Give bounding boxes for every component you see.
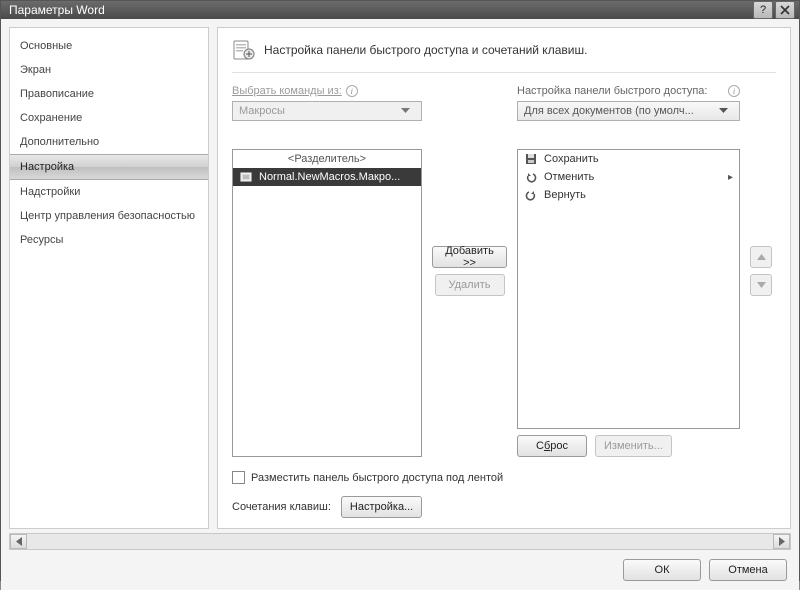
show-below-ribbon-row[interactable]: Разместить панель быстрого доступа под л…	[232, 471, 776, 484]
sidebar-item-save[interactable]: Сохранение	[10, 106, 208, 130]
chevron-down-icon	[719, 108, 735, 114]
qat-item-redo[interactable]: Вернуть	[518, 186, 739, 204]
category-sidebar: Основные Экран Правописание Сохранение Д…	[9, 27, 209, 529]
ok-button[interactable]: ОК	[623, 559, 701, 581]
submenu-indicator-icon: ▸	[728, 172, 733, 183]
dialog-footer: ОК Отмена	[1, 550, 799, 590]
window-title: Параметры Word	[9, 3, 751, 17]
qat-column: Настройка панели быстрого доступа: i Для…	[517, 85, 740, 457]
commands-listbox[interactable]: <Разделитель> Normal.NewMacros.Макро...	[232, 149, 422, 457]
options-dialog: Параметры Word ? Основные Экран Правопис…	[0, 0, 800, 581]
sidebar-item-proofing[interactable]: Правописание	[10, 82, 208, 106]
show-below-ribbon-label: Разместить панель быстрого доступа под л…	[251, 472, 503, 484]
panel-title: Настройка панели быстрого доступа и соче…	[264, 43, 587, 57]
save-icon	[524, 152, 538, 166]
sidebar-item-display[interactable]: Экран	[10, 58, 208, 82]
separator-item[interactable]: <Разделитель>	[233, 150, 421, 168]
panel-header: Настройка панели быстрого доступа и соче…	[232, 38, 776, 73]
sidebar-item-general[interactable]: Основные	[10, 34, 208, 58]
qat-listbox[interactable]: Сохранить Отменить ▸	[517, 149, 740, 429]
sidebar-item-resources[interactable]: Ресурсы	[10, 228, 208, 252]
checkbox-icon[interactable]	[232, 471, 245, 484]
dialog-body: Основные Экран Правописание Сохранение Д…	[1, 19, 799, 590]
reorder-buttons	[750, 85, 776, 457]
help-button[interactable]: ?	[753, 1, 773, 19]
qat-scope-combo[interactable]: Для всех документов (по умолч...	[517, 101, 740, 121]
scroll-right-button[interactable]	[773, 534, 790, 549]
commands-column: Выбрать команды из: i Макросы	[232, 85, 422, 457]
modify-button: Изменить...	[595, 435, 672, 457]
keyboard-customize-button[interactable]: Настройка...	[341, 496, 422, 518]
keyboard-shortcuts-label: Сочетания клавиш:	[232, 501, 331, 513]
redo-icon	[524, 188, 538, 202]
command-item[interactable]: Normal.NewMacros.Макро...	[233, 168, 421, 186]
qat-item-save[interactable]: Сохранить	[518, 150, 739, 168]
choose-commands-combo[interactable]: Макросы	[232, 101, 422, 121]
customize-qat-label: Настройка панели быстрого доступа: i	[517, 85, 740, 97]
sidebar-item-customize[interactable]: Настройка	[10, 154, 208, 180]
scroll-left-button[interactable]	[10, 534, 27, 549]
cancel-button[interactable]: Отмена	[709, 559, 787, 581]
sidebar-item-trust-center[interactable]: Центр управления безопасностью	[10, 204, 208, 228]
remove-button: Удалить	[435, 274, 505, 296]
info-icon[interactable]: i	[346, 85, 358, 97]
transfer-buttons: Добавить >> Удалить	[432, 85, 507, 457]
customize-panel: Настройка панели быстрого доступа и соче…	[217, 27, 791, 529]
titlebar: Параметры Word ?	[1, 1, 799, 19]
keyboard-shortcuts-row: Сочетания клавиш: Настройка...	[232, 496, 776, 518]
customize-qat-icon	[232, 38, 256, 62]
add-button[interactable]: Добавить >>	[432, 246, 507, 268]
reset-button[interactable]: Сброс	[517, 435, 587, 457]
move-down-button	[750, 274, 772, 296]
undo-icon	[524, 170, 538, 184]
sidebar-item-addins[interactable]: Надстройки	[10, 180, 208, 204]
close-button[interactable]	[775, 1, 795, 19]
move-up-button	[750, 246, 772, 268]
horizontal-scrollbar[interactable]	[9, 533, 791, 550]
info-icon[interactable]: i	[728, 85, 740, 97]
chevron-down-icon	[401, 108, 417, 114]
sidebar-item-advanced[interactable]: Дополнительно	[10, 130, 208, 154]
macro-icon	[239, 170, 253, 184]
qat-item-undo[interactable]: Отменить ▸	[518, 168, 739, 186]
choose-commands-label: Выбрать команды из: i	[232, 85, 422, 97]
